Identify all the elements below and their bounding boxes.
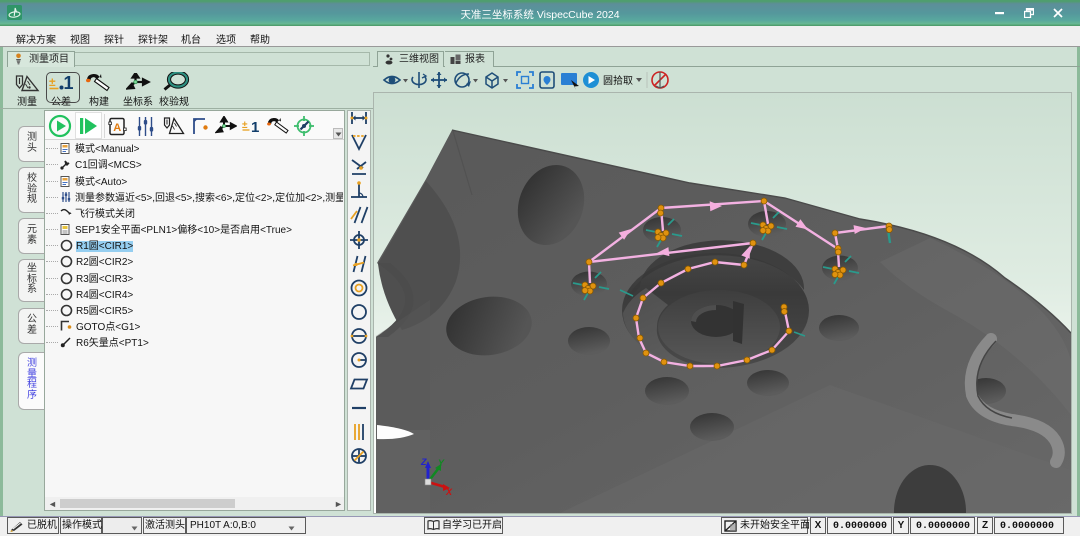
svg-text:Z: Z [420,457,427,467]
svg-text:X: X [445,487,453,497]
svg-text:1: 1 [64,73,74,93]
svg-text:Y: Y [438,458,445,468]
svg-text:1: 1 [251,119,259,136]
svg-text:±: ± [49,75,56,89]
svg-text:A: A [113,122,121,134]
svg-text:圆拾取: 圆拾取 [603,74,633,87]
